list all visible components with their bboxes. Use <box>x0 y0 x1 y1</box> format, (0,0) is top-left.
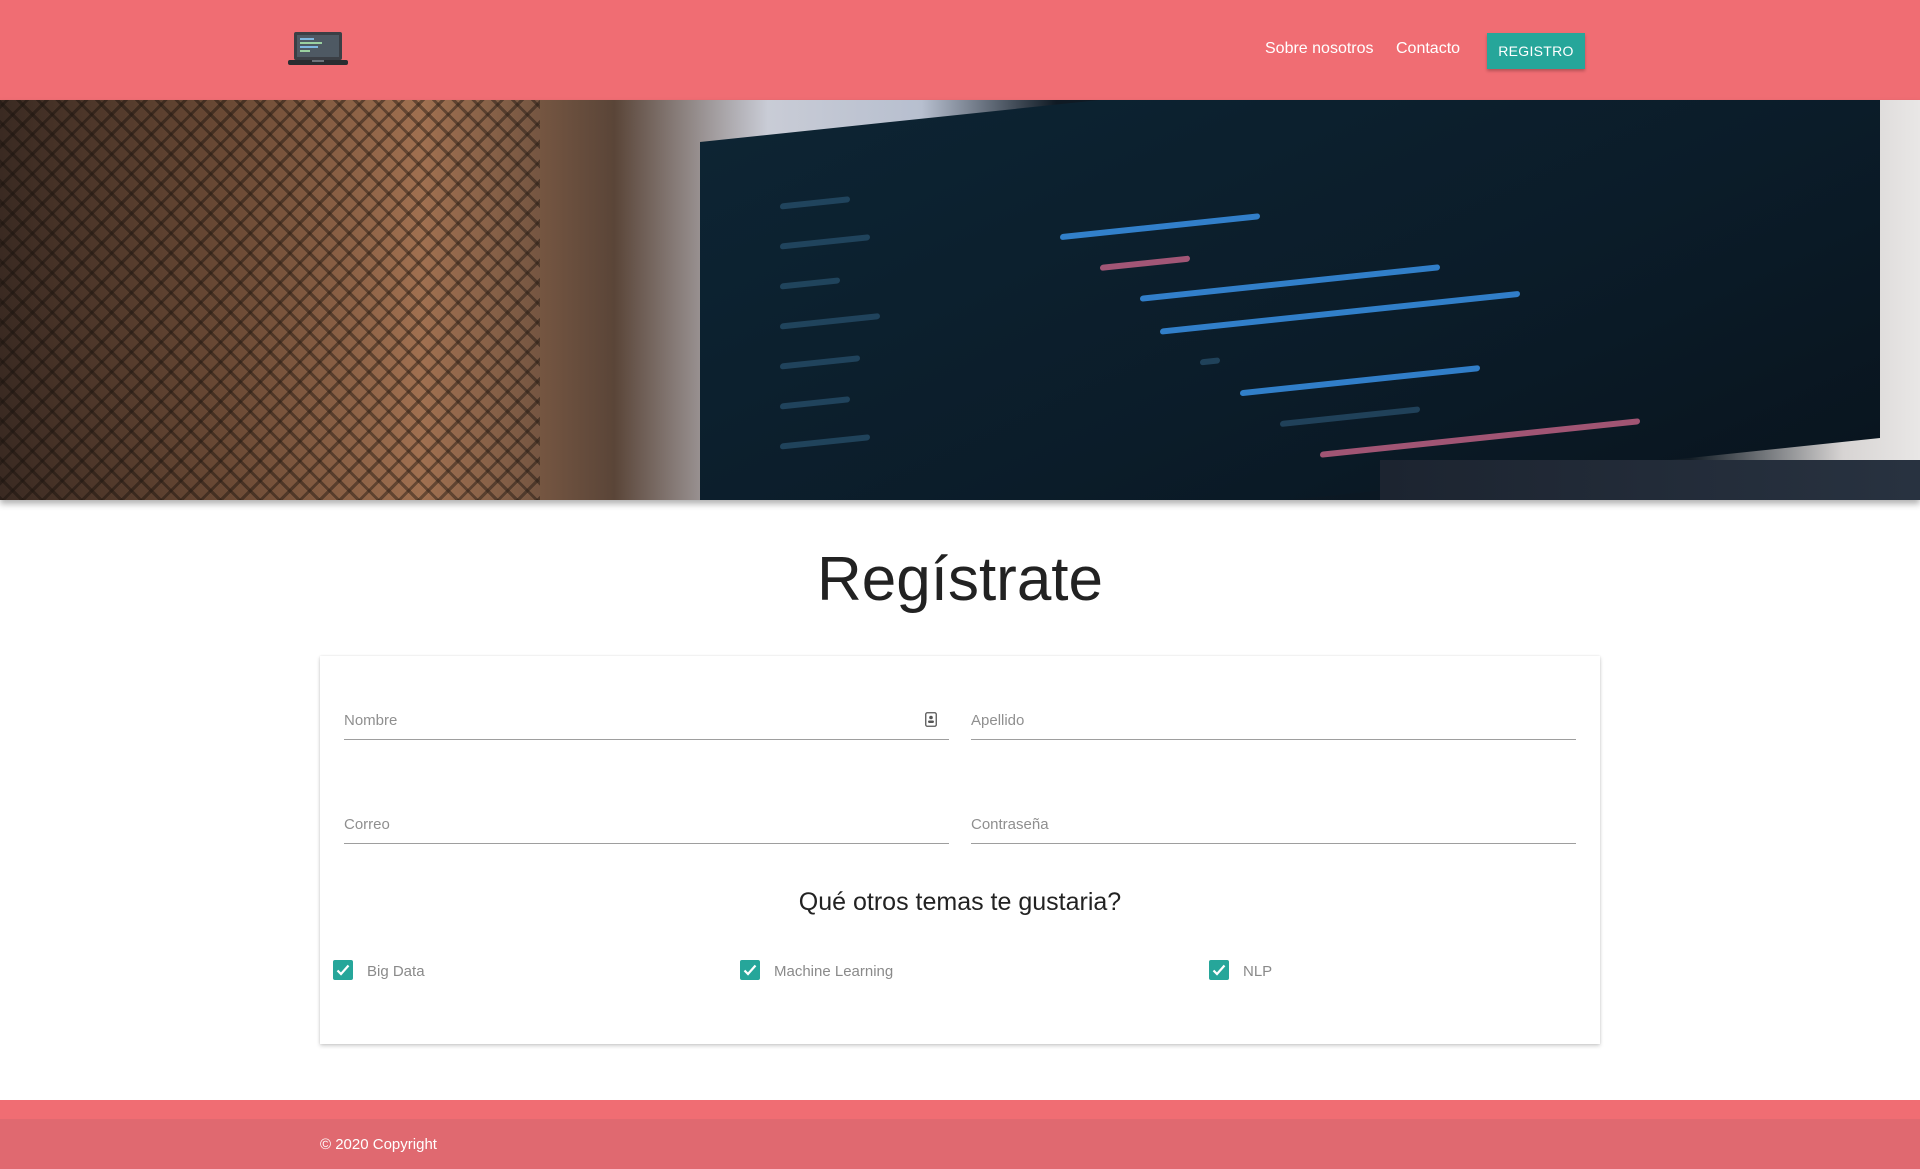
registration-card: Nombre Apellido Correo Contraseña Qué ot… <box>320 656 1600 1044</box>
topic-label: Big Data <box>367 963 425 980</box>
navbar: Sobre nosotros Contacto REGISTRO <box>0 0 1920 100</box>
nombre-label: Nombre <box>344 712 398 729</box>
apellido-field[interactable]: Apellido <box>971 704 1576 740</box>
copyright-text: © 2020 Copyright <box>320 1136 437 1153</box>
nav-link-about[interactable]: Sobre nosotros <box>1265 40 1374 58</box>
hero-banner <box>0 100 1920 500</box>
autofill-contact-icon[interactable] <box>925 712 937 727</box>
topic-label: NLP <box>1243 963 1273 980</box>
mesh-cup-decoration <box>0 100 540 500</box>
apellido-label: Apellido <box>971 712 1025 729</box>
checkmark-icon[interactable] <box>1209 959 1229 980</box>
page-title: Regístrate <box>816 545 1104 614</box>
topic-checkbox-machine-learning[interactable]: Machine Learning <box>740 959 893 980</box>
topic-checkbox-nlp[interactable]: NLP <box>1209 959 1272 980</box>
nav-link-contact[interactable]: Contacto <box>1396 40 1460 58</box>
footer: © 2020 Copyright <box>0 1100 1920 1169</box>
laptop-screen-decoration <box>700 100 1880 500</box>
footer-copyright-bar: © 2020 Copyright <box>0 1119 1920 1169</box>
checkmark-icon[interactable] <box>740 959 760 980</box>
topics-title: Qué otros temas te gustaria? <box>798 888 1122 916</box>
correo-label: Correo <box>344 816 390 833</box>
topic-checkbox-big-data[interactable]: Big Data <box>333 959 425 980</box>
password-label: Contraseña <box>971 816 1049 833</box>
keyboard-decoration <box>1380 460 1920 500</box>
checkmark-icon[interactable] <box>333 959 353 980</box>
laptop-icon[interactable] <box>288 30 348 68</box>
password-field[interactable]: Contraseña <box>971 808 1576 844</box>
correo-field[interactable]: Correo <box>344 808 949 844</box>
topic-label: Machine Learning <box>774 963 894 980</box>
register-button[interactable]: REGISTRO <box>1487 33 1585 69</box>
nombre-field[interactable]: Nombre <box>344 704 949 740</box>
